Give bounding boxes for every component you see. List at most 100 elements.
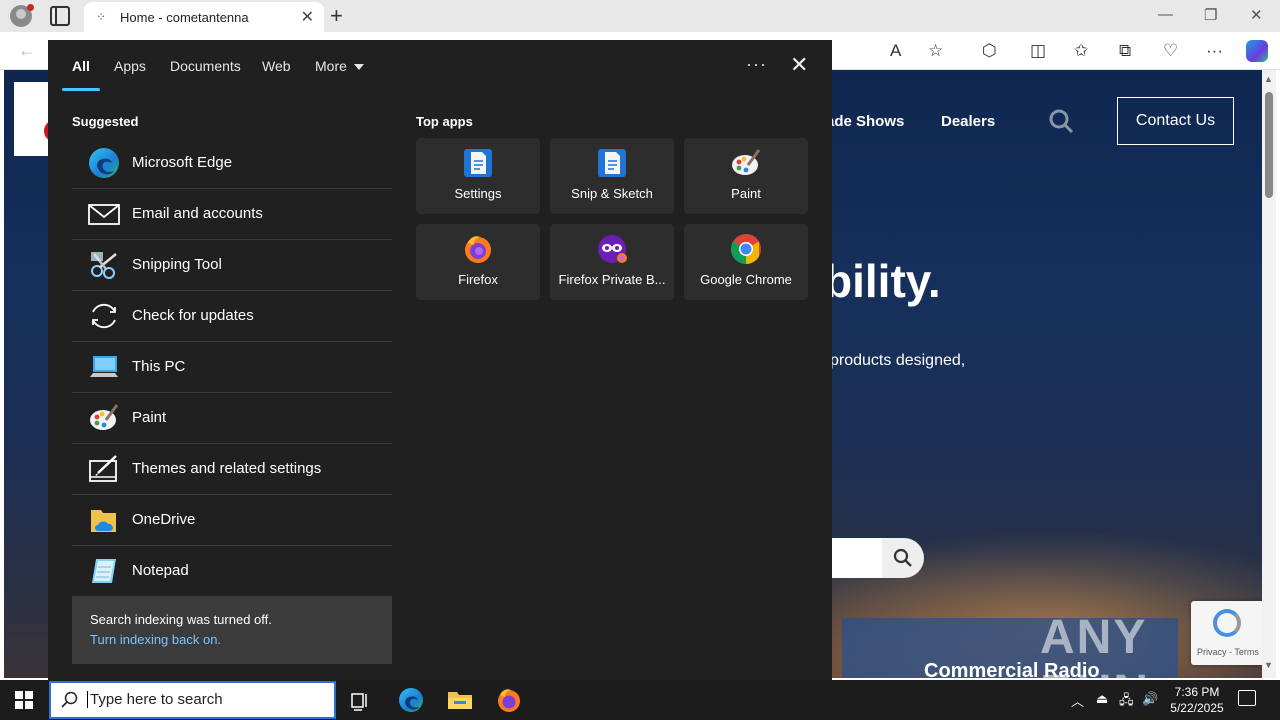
turn-indexing-on-link[interactable]: Turn indexing back on. [90,632,221,647]
snip-sketch-icon [598,149,626,177]
search-icon [893,548,912,567]
top-apps-heading: Top apps [416,114,473,129]
page-scrollbar[interactable]: ▲ ▼ [1262,70,1276,678]
edge-taskbar-icon[interactable] [397,686,425,714]
product-search-button[interactable] [882,538,924,578]
tile-snip-sketch[interactable]: Snip & Sketch [550,138,674,214]
site-favicon-icon: ⁘ [96,10,107,24]
hero-title: bility. [824,255,941,307]
tile-firefox[interactable]: Firefox [416,224,540,300]
tile-label: Google Chrome [700,272,792,287]
suggested-list: Microsoft Edge Email and accounts Snippi… [72,138,392,597]
profile-notification-dot [27,4,34,11]
tab-more[interactable]: More [315,58,364,74]
scroll-down-icon[interactable]: ▼ [1264,660,1273,670]
taskbar-search-box[interactable]: Type here to search [49,681,336,719]
site-search-icon[interactable] [1048,108,1074,134]
scroll-thumb[interactable] [1265,92,1273,198]
list-item-snipping-tool[interactable]: Snipping Tool [72,240,392,291]
refresh-icon [92,303,116,329]
list-item-label: Microsoft Edge [132,154,233,171]
settings-more-icon[interactable]: ··· [1206,41,1223,61]
search-filter-tabs: All Apps Documents Web More ··· ✕ [48,40,832,92]
windows-logo-pane [15,691,23,699]
browser-tab[interactable]: ⁘ Home - cometantenna ✕ [84,2,324,32]
tab-actions-icon[interactable] [50,6,70,26]
close-window-button[interactable]: ✕ [1250,6,1263,24]
options-button[interactable]: ··· [746,54,767,75]
browser-tab-bar: ⁘ Home - cometantenna ✕ + — ❐ ✕ [0,0,1280,32]
list-item-label: OneDrive [132,511,196,528]
favorites-icon[interactable]: ✩ [1074,41,1088,61]
list-item-label: Check for updates [132,307,254,324]
list-item-label: Paint [132,409,167,426]
scroll-up-icon[interactable]: ▲ [1264,74,1273,84]
system-clock[interactable]: 7:36 PM 5/22/2025 [1166,684,1228,716]
show-hidden-icons-chevron[interactable]: ︿ [1071,691,1084,710]
task-view-icon[interactable] [346,686,374,714]
recaptcha-links[interactable]: Privacy - Terms [1197,647,1259,657]
list-item-label: Themes and related settings [132,460,322,477]
tile-settings[interactable]: Settings [416,138,540,214]
split-screen-icon[interactable]: ◫ [1030,41,1046,61]
volume-icon[interactable]: 🔊 [1142,691,1158,707]
tab-documents[interactable]: Documents [170,58,241,74]
list-item-label: This PC [132,358,186,375]
network-icon[interactable]: 🖧 [1119,691,1134,713]
tile-label: Snip & Sketch [571,186,653,201]
recaptcha-badge[interactable]: Privacy - Terms [1191,601,1262,665]
restore-button[interactable]: ❐ [1204,6,1217,24]
onedrive-icon [91,510,116,532]
firefox-taskbar-icon[interactable] [495,686,523,714]
contact-us-button[interactable]: Contact Us [1117,97,1234,145]
tile-paint[interactable]: Paint [684,138,808,214]
computer-icon [90,356,118,377]
notepad-icon [92,559,116,583]
taskbar: Type here to search ︿ ⏏ 🖧 🔊 7:36 PM 5/22… [0,680,1280,720]
search-panel: All Apps Documents Web More ··· ✕ Sugges… [48,40,832,680]
minimize-button[interactable]: — [1158,6,1173,23]
tab-all[interactable]: All [72,58,90,74]
chevron-down-icon [353,64,364,71]
start-button[interactable] [15,691,33,709]
snipping-tool-icon [91,252,117,279]
close-panel-button[interactable]: ✕ [790,52,808,78]
list-item-email-accounts[interactable]: Email and accounts [72,189,392,240]
extensions-icon[interactable]: ⬡ [982,41,997,61]
collections-icon[interactable]: ⧉ [1119,41,1131,61]
list-item-this-pc[interactable]: This PC [72,342,392,393]
firefox-icon [465,236,491,263]
firefox-private-icon [598,235,627,263]
list-item-onedrive[interactable]: OneDrive [72,495,392,546]
tile-google-chrome[interactable]: Google Chrome [684,224,808,300]
list-item-notepad[interactable]: Notepad [72,546,392,597]
back-button[interactable]: ← [18,40,36,61]
tab-web[interactable]: Web [262,58,291,74]
list-item-check-updates[interactable]: Check for updates [72,291,392,342]
taskbar-search-input[interactable]: Type here to search [87,691,223,708]
read-aloud-icon[interactable]: A [890,41,901,61]
tab-apps[interactable]: Apps [114,58,146,74]
favorite-star-icon[interactable]: ☆ [928,41,943,61]
clock-date: 5/22/2025 [1170,701,1224,715]
tile-label: Firefox [458,272,498,287]
list-item-label: Notepad [132,562,189,579]
list-item-label: Snipping Tool [132,256,222,273]
tile-firefox-private[interactable]: Firefox Private B... [550,224,674,300]
nav-dealers[interactable]: Dealers [941,113,995,130]
nav-trade-shows[interactable]: ade Shows [826,113,904,130]
list-item-microsoft-edge[interactable]: Microsoft Edge [72,138,392,189]
list-item-themes-settings[interactable]: Themes and related settings [72,444,392,495]
windows-logo-pane [15,701,23,709]
tile-label: Firefox Private B... [558,272,666,287]
active-tab-indicator [62,88,100,91]
browser-essentials-icon[interactable]: ♡ [1163,41,1178,61]
list-item-paint[interactable]: Paint [72,393,392,444]
new-tab-button[interactable]: + [330,3,343,29]
notification-center-icon[interactable] [1238,690,1256,706]
file-explorer-icon[interactable] [446,686,474,714]
tab-close-icon[interactable]: ✕ [301,7,314,27]
copilot-icon[interactable] [1246,40,1268,62]
suggested-heading: Suggested [72,114,139,129]
usb-device-icon[interactable]: ⏏ [1096,691,1108,707]
